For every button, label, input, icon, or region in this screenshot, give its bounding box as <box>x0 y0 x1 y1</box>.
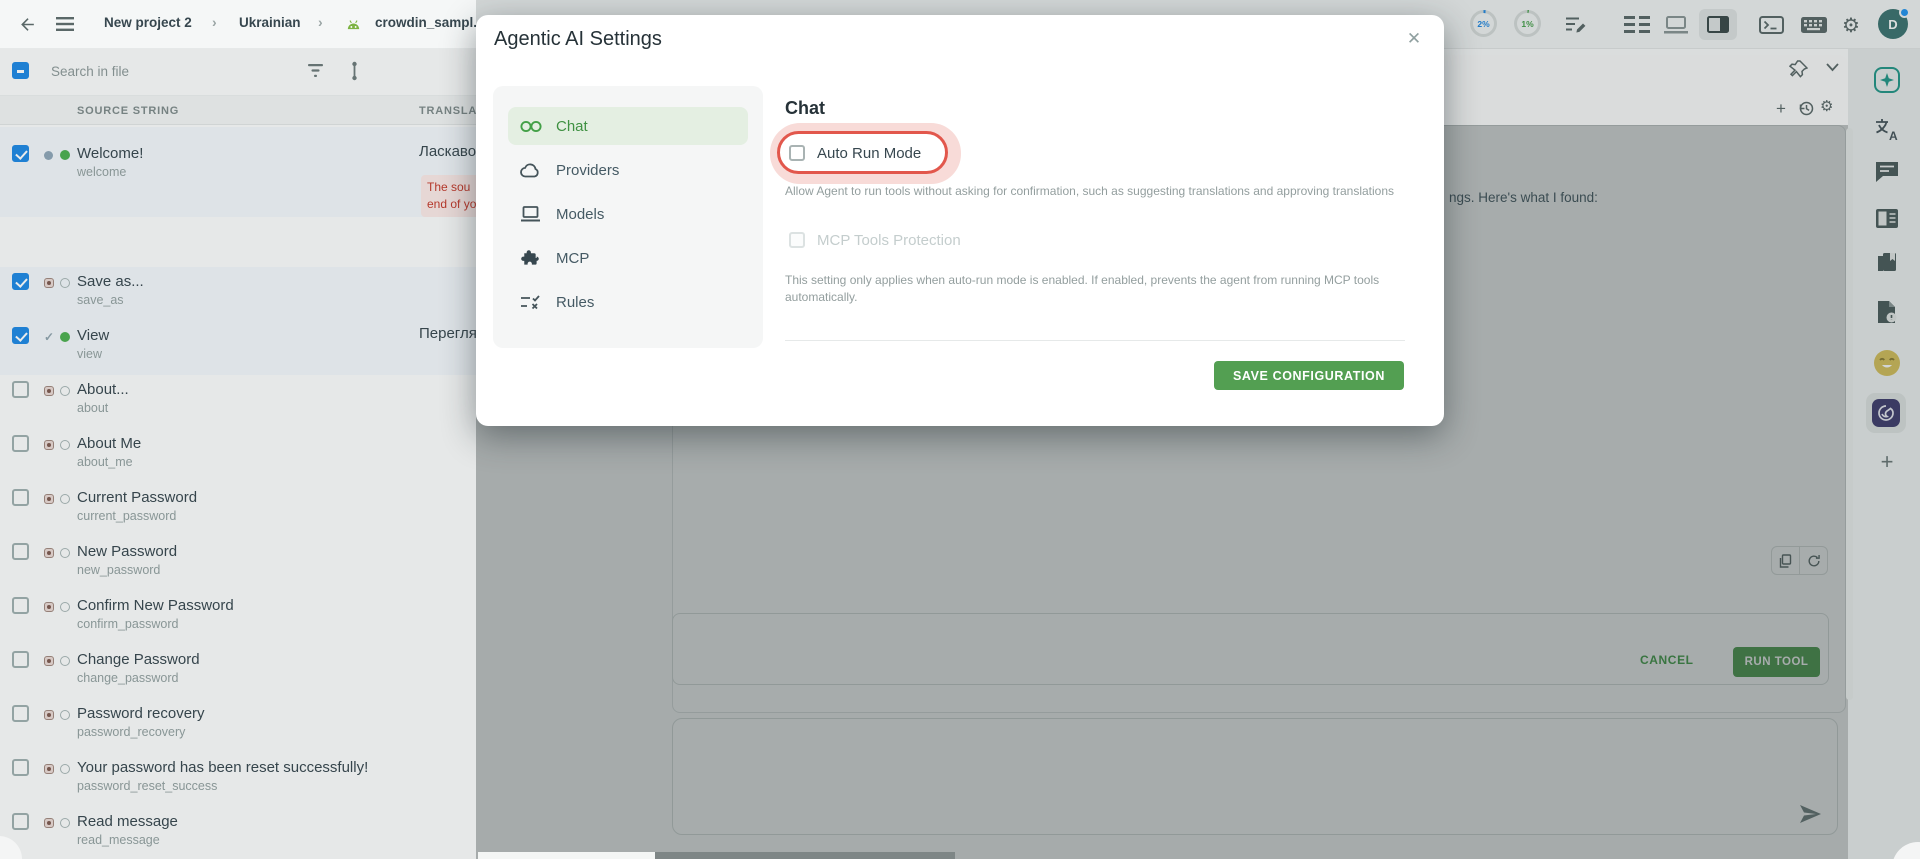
modal-title: Agentic AI Settings <box>494 28 662 51</box>
mcp-protection-description: This setting only applies when auto-run … <box>785 272 1407 306</box>
backdrop-toolbar <box>1848 49 1920 859</box>
breadcrumb-project[interactable]: New project 2 <box>104 15 192 30</box>
auto-run-description: Allow Agent to run tools without asking … <box>785 183 1397 200</box>
auto-run-mode-label: Auto Run Mode <box>817 145 921 162</box>
breadcrumb-language[interactable]: Ukrainian <box>239 15 301 30</box>
agentic-ai-settings-modal: Agentic AI Settings ✕ Chat Providers Mod… <box>476 15 1444 426</box>
close-icon[interactable]: ✕ <box>1402 27 1426 51</box>
mcp-tools-protection-checkbox <box>789 232 805 248</box>
nav-item-providers[interactable]: Providers <box>508 151 748 189</box>
menu-icon[interactable] <box>56 16 74 32</box>
nav-item-models[interactable]: Models <box>508 195 748 233</box>
backdrop-left <box>0 49 476 859</box>
section-heading: Chat <box>785 98 825 119</box>
divider <box>785 340 1405 341</box>
cloud-icon <box>520 160 542 180</box>
nav-label: Chat <box>556 118 588 135</box>
auto-run-mode-checkbox[interactable] <box>789 145 805 161</box>
nav-item-mcp[interactable]: MCP <box>508 239 748 277</box>
nav-label: Providers <box>556 162 619 179</box>
laptop-icon <box>520 204 542 224</box>
infinity-icon <box>520 116 542 136</box>
nav-label: Rules <box>556 294 594 311</box>
save-configuration-button[interactable]: SAVE CONFIGURATION <box>1214 361 1404 390</box>
puzzle-icon <box>520 248 542 268</box>
back-icon[interactable] <box>18 15 37 34</box>
breadcrumb-separator: › <box>212 14 217 30</box>
breadcrumb-file[interactable]: crowdin_sampl... <box>375 15 485 30</box>
chat-scrollbar[interactable] <box>1846 128 1853 700</box>
nav-item-chat[interactable]: Chat <box>508 107 748 145</box>
nav-label: MCP <box>556 250 589 267</box>
android-icon <box>345 18 362 31</box>
breadcrumb-separator: › <box>318 14 323 30</box>
divider <box>478 852 655 859</box>
editor-screen: New project 2 › Ukrainian › crowdin_samp… <box>0 0 1920 859</box>
rules-icon <box>520 292 542 312</box>
mcp-tools-protection-label: MCP Tools Protection <box>817 232 961 249</box>
divider <box>655 852 955 859</box>
nav-item-rules[interactable]: Rules <box>508 283 748 321</box>
modal-nav: Chat Providers Models MCP <box>493 86 763 348</box>
nav-label: Models <box>556 206 604 223</box>
